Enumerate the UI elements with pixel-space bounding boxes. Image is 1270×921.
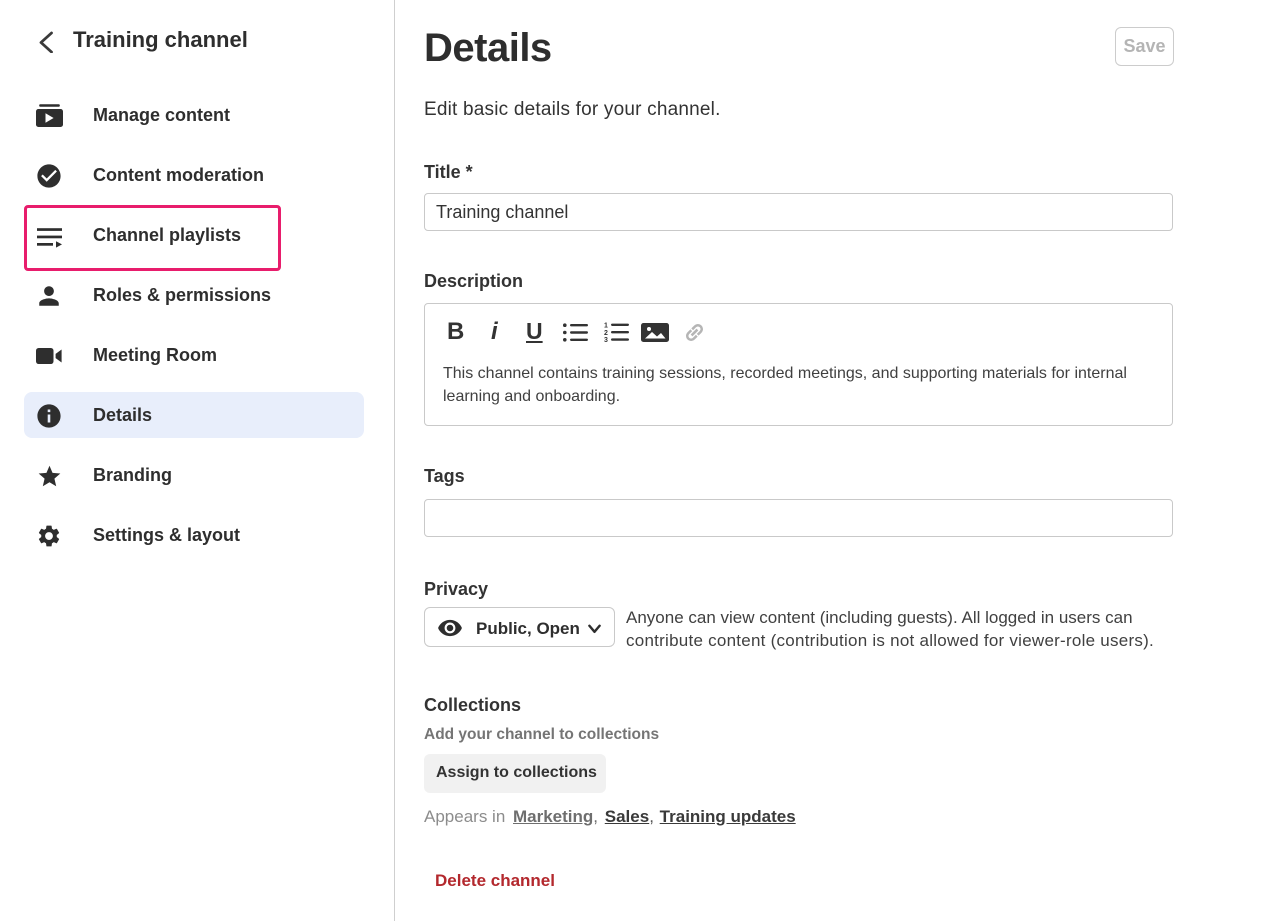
svg-text:2: 2 [604, 330, 608, 337]
svg-text:3: 3 [604, 337, 608, 343]
svg-text:1: 1 [604, 322, 608, 329]
